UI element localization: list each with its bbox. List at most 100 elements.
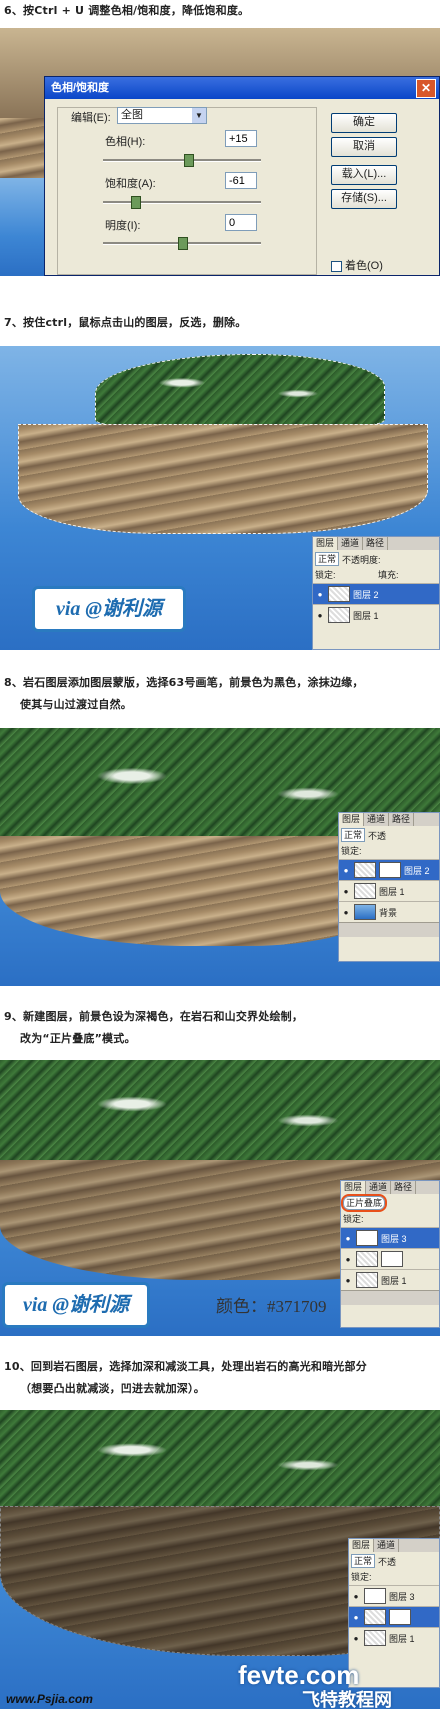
step-7-scene: via @谢利源 图层 通道 路径 正常 不透明度: 锁定: 填充: ● 图层 2 ● 图…	[0, 346, 440, 650]
edit-label: 编辑(E):	[71, 112, 111, 124]
layer-row-2[interactable]: ●	[341, 1248, 439, 1269]
layer-row-2[interactable]: ● 图层 2	[313, 583, 439, 604]
eye-icon[interactable]: ●	[341, 887, 351, 896]
panel-tabs: 图层 通道 路径	[341, 1181, 439, 1194]
layer-name: 图层 1	[353, 610, 379, 621]
eye-icon[interactable]: ●	[315, 590, 325, 599]
layer-thumbnail	[364, 1609, 386, 1625]
opacity-label: 不透明度:	[342, 554, 381, 565]
layers-panel-7: 图层 通道 路径 正常 不透明度: 锁定: 填充: ● 图层 2 ● 图层 1	[312, 536, 440, 650]
layer-row-2[interactable]: ●	[349, 1606, 439, 1627]
save-button[interactable]: 存储(S)...	[331, 189, 397, 209]
hue-saturation-dialog: 色相/饱和度 ✕ 编辑(E): 全图 ▼ 色相(H): 饱和度(A): 明度(I…	[44, 76, 440, 276]
tab-paths[interactable]: 路径	[391, 1181, 417, 1194]
opacity-label: 不透	[378, 1556, 397, 1567]
lock-label: 锁定:	[343, 1214, 364, 1224]
tab-layers[interactable]: 图层	[341, 1181, 367, 1194]
layer-name: 图层 1	[379, 886, 405, 897]
step-9-scene: via @谢利源 颜色：#371709 图层 通道 路径 正片叠底 锁定: ● 图层 …	[0, 1060, 440, 1336]
edit-select[interactable]: 全图 ▼	[117, 107, 207, 124]
layer-thumbnail	[356, 1230, 378, 1246]
layer-row-1[interactable]: ● 图层 1	[313, 604, 439, 625]
logo: via @谢利源	[2, 1282, 150, 1328]
lightness-input[interactable]	[225, 214, 257, 231]
tab-layers[interactable]: 图层	[349, 1539, 375, 1552]
blend-mode-select[interactable]: 正常	[341, 828, 366, 842]
load-button[interactable]: 载入(L)...	[331, 165, 397, 185]
eye-icon[interactable]: ●	[343, 1234, 353, 1243]
step-6-caption: 6、按Ctrl + U 调整色相/饱和度，降低饱和度。	[4, 4, 250, 17]
layer-row-3[interactable]: ● 图层 3	[349, 1585, 439, 1606]
dialog-title: 色相/饱和度	[51, 82, 110, 94]
dialog-title-bar: 色相/饱和度 ✕	[45, 77, 439, 99]
watermark-cn: 飞特教程网	[302, 1690, 392, 1709]
step-7-caption: 7、按住ctrl，鼠标点击山的图层，反选，删除。	[4, 316, 247, 329]
layer-row-1[interactable]: ● 图层 1	[339, 880, 439, 901]
tab-channels[interactable]: 通道	[374, 1539, 400, 1552]
rock-image	[18, 424, 428, 534]
saturation-label: 饱和度(A):	[105, 178, 156, 190]
layers-panel-9: 图层 通道 路径 正片叠底 锁定: ● 图层 3 ● ● 图层 1	[340, 1180, 440, 1328]
blend-mode-select[interactable]: 正片叠底	[341, 1194, 388, 1212]
panel-footer	[341, 1290, 439, 1305]
step-10-caption: 10、回到岩石图层，选择加深和减淡工具，处理出岩石的高光和暗光部分 （想要凸出就减…	[4, 1360, 367, 1395]
tab-channels[interactable]: 通道	[366, 1181, 392, 1194]
hue-slider-thumb[interactable]	[184, 154, 195, 167]
eye-icon[interactable]: ●	[351, 1613, 361, 1622]
eye-icon[interactable]: ●	[315, 611, 325, 620]
layer-row-background[interactable]: ● 背景	[339, 901, 439, 922]
logo-text: via @谢利源	[55, 598, 163, 620]
eye-icon[interactable]: ●	[341, 866, 351, 875]
eye-icon[interactable]: ●	[351, 1634, 361, 1643]
saturation-slider-track[interactable]	[103, 201, 261, 204]
layer-mask-thumbnail	[381, 1251, 403, 1267]
hue-label: 色相(H):	[105, 136, 146, 148]
eye-icon[interactable]: ●	[341, 908, 351, 917]
colorize-label: 着色(O)	[345, 260, 383, 272]
tab-layers[interactable]: 图层	[339, 813, 365, 826]
tab-paths[interactable]: 路径	[363, 537, 389, 550]
layer-row-2[interactable]: ● 图层 2	[339, 859, 439, 880]
cancel-button[interactable]: 取消	[331, 137, 397, 157]
close-icon[interactable]: ✕	[416, 79, 436, 98]
step-8-scene: 图层 通道 路径 正常 不透 锁定: ● 图层 2 ● 图层 1 ● 背景	[0, 728, 440, 986]
hue-slider-track[interactable]	[103, 159, 261, 162]
layer-name: 图层 3	[389, 1591, 415, 1602]
layer-row-1[interactable]: ● 图层 1	[349, 1627, 439, 1648]
blend-mode-select[interactable]: 正常	[351, 1554, 376, 1568]
blend-mode-select[interactable]: 正常	[315, 552, 340, 566]
eye-icon[interactable]: ●	[343, 1276, 353, 1285]
panel-tabs: 图层 通道	[349, 1539, 439, 1552]
layer-row-3[interactable]: ● 图层 3	[341, 1227, 439, 1248]
tab-paths[interactable]: 路径	[389, 813, 415, 826]
ok-button[interactable]: 确定	[331, 113, 397, 133]
hue-input[interactable]	[225, 130, 257, 147]
mountain-image	[95, 354, 385, 426]
lightness-slider-thumb[interactable]	[178, 237, 188, 250]
panel-tabs: 图层 通道 路径	[313, 537, 439, 550]
mountain-image	[0, 1410, 440, 1510]
saturation-slider-thumb[interactable]	[130, 196, 141, 209]
colorize-checkbox[interactable]: 着色(O)	[331, 257, 383, 273]
tab-channels[interactable]: 通道	[364, 813, 390, 826]
layer-thumbnail	[354, 862, 376, 878]
saturation-input[interactable]	[225, 172, 257, 189]
tab-layers[interactable]: 图层	[313, 537, 339, 550]
lock-label: 锁定:	[341, 846, 362, 856]
panel-tabs: 图层 通道 路径	[339, 813, 439, 826]
layer-row-1[interactable]: ● 图层 1	[341, 1269, 439, 1290]
layer-thumbnail	[356, 1272, 378, 1288]
lock-label: 锁定:	[315, 570, 336, 580]
layer-name: 背景	[379, 907, 398, 918]
lightness-label: 明度(I):	[105, 220, 141, 232]
tab-channels[interactable]: 通道	[338, 537, 364, 550]
layer-name: 图层 1	[381, 1275, 407, 1286]
color-note: 颜色：#371709	[216, 1297, 327, 1316]
eye-icon[interactable]: ●	[343, 1255, 353, 1264]
layer-name: 图层 2	[353, 589, 379, 600]
layer-thumbnail	[354, 904, 376, 920]
layers-panel-10: 图层 通道 正常 不透 锁定: ● 图层 3 ● ● 图层 1	[348, 1538, 440, 1688]
layer-name: 图层 1	[389, 1633, 415, 1644]
layer-thumbnail	[328, 607, 350, 623]
eye-icon[interactable]: ●	[351, 1592, 361, 1601]
